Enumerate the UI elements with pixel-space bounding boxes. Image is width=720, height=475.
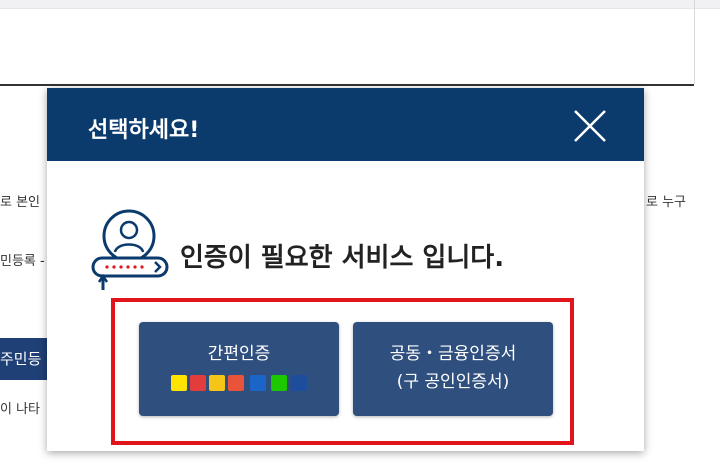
bank-icon [291,375,307,391]
simple-auth-button[interactable]: 간편인증 [139,322,339,416]
header-divider [0,84,694,86]
modal-header: 선택하세요! [47,88,644,161]
background-text: 이 나타 [0,402,41,417]
certificate-label-line2: (구 공인인증서) [396,372,510,392]
background-text: 로 본인 [0,195,41,210]
top-bar [0,0,720,9]
naver-icon [271,375,287,391]
provider-icons [171,375,309,393]
samsung-pass-icon [250,375,266,391]
user-password-icon [91,209,169,290]
headline: 인증이 필요한 서비스 입니다. [180,243,505,273]
certificate-label-line1: 공동・금융인증서 [389,344,517,364]
simple-auth-label: 간편인증 [207,344,271,364]
close-icon[interactable] [572,108,608,144]
divider-vertical [694,0,695,84]
certificate-auth-button[interactable]: 공동・금융인증서 (구 공인인증서) [353,322,553,416]
background-button[interactable]: 주민등 [0,338,48,380]
modal-title: 선택하세요! [88,118,200,143]
pass-icon [190,375,206,391]
payco-icon [209,375,225,391]
background-text: 로 누구 [646,195,687,210]
background-text: 민등록 - [0,254,45,269]
toss-icon [228,375,244,391]
kakao-icon [171,375,187,391]
